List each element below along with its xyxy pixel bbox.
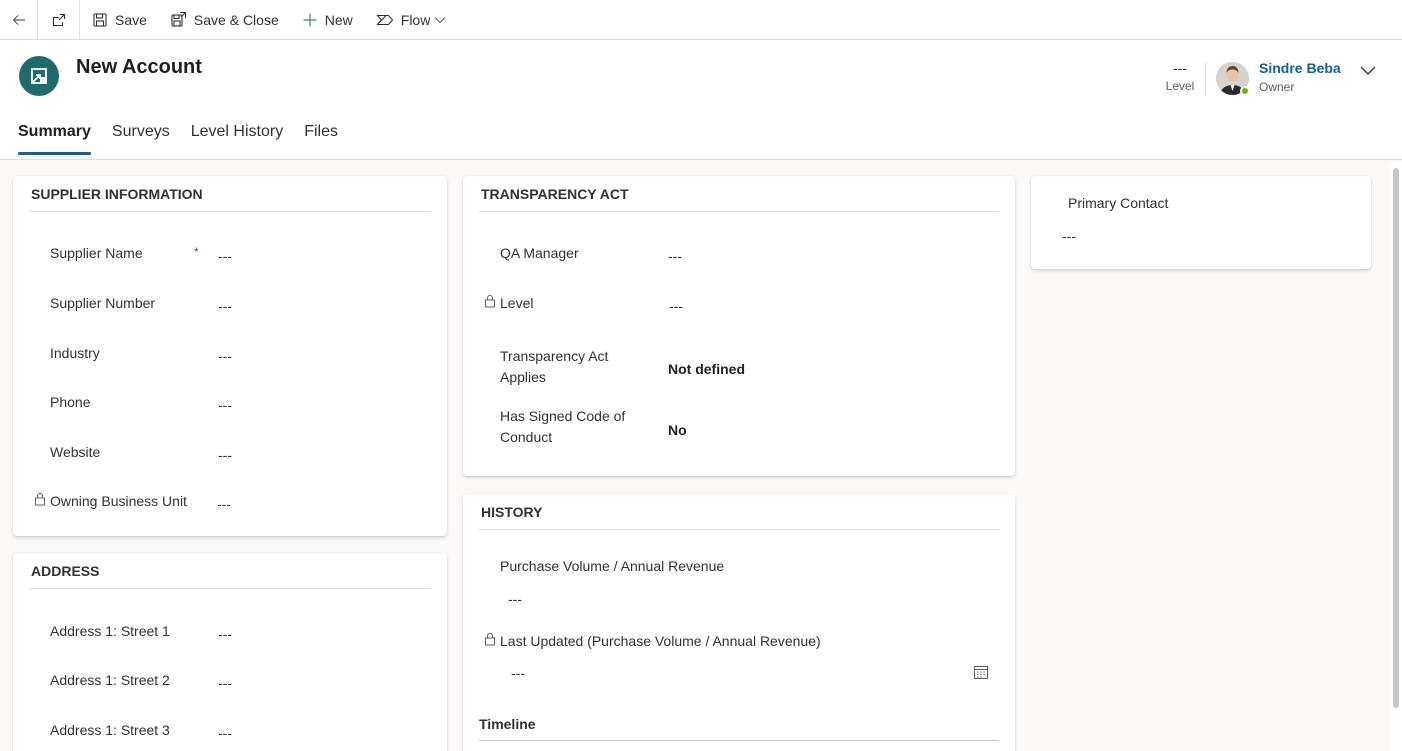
street-1-input[interactable]: --- xyxy=(218,626,232,642)
field-label-street-3: Address 1: Street 3 xyxy=(50,722,170,738)
section-divider xyxy=(479,211,999,212)
field-label-purchase-volume: Purchase Volume / Annual Revenue xyxy=(500,558,725,574)
field-label-supplier-number: Supplier Number xyxy=(50,295,156,311)
supplier-name-input[interactable]: --- xyxy=(218,248,232,264)
form-header: New Account --- Level Sindre Beba Owner … xyxy=(0,40,1402,160)
section-divider xyxy=(29,211,431,212)
field-label-street-1: Address 1: Street 1 xyxy=(50,623,170,639)
new-label: New xyxy=(324,11,353,28)
chevron-down-icon xyxy=(434,16,446,23)
account-entity-icon xyxy=(19,56,59,96)
save-close-icon xyxy=(171,11,186,27)
phone-input[interactable]: --- xyxy=(218,397,232,413)
field-label-phone: Phone xyxy=(50,394,91,410)
record-title: New Account xyxy=(76,56,202,78)
timeline-title: Timeline xyxy=(479,716,536,732)
section-title: TRANSPARENCY ACT xyxy=(481,186,629,202)
save-button[interactable]: Save xyxy=(80,0,158,40)
lock-icon xyxy=(485,295,495,308)
presence-available-badge xyxy=(1240,86,1250,96)
field-label-supplier-name: Supplier Name xyxy=(50,245,143,261)
transparency-act-applies-value[interactable]: Not defined xyxy=(668,361,745,377)
field-label-owning-business-unit: Owning Business Unit xyxy=(50,493,187,509)
new-button[interactable]: New xyxy=(290,0,364,40)
flow-icon xyxy=(376,14,394,25)
flow-button[interactable]: Flow xyxy=(364,0,466,40)
last-updated-value: --- xyxy=(511,665,525,681)
history-section: HISTORY Purchase Volume / Annual Revenue… xyxy=(463,494,1015,751)
save-icon xyxy=(93,12,107,27)
lock-icon xyxy=(485,633,495,646)
tab-level-history[interactable]: Level History xyxy=(191,120,283,155)
section-title: HISTORY xyxy=(481,504,543,520)
header-expand-button[interactable] xyxy=(1358,62,1378,83)
field-label-qa-manager: QA Manager xyxy=(500,245,579,261)
header-level-label: Level xyxy=(1165,79,1195,93)
level-value: --- xyxy=(669,298,683,314)
field-label-primary-contact: Primary Contact xyxy=(1068,195,1169,211)
popout-icon xyxy=(52,13,65,26)
purchase-volume-input[interactable]: --- xyxy=(508,591,522,607)
field-label-transparency-act-applies-line2: Applies xyxy=(500,369,546,385)
street-2-input[interactable]: --- xyxy=(218,675,232,691)
vertical-scrollbar-thumb[interactable] xyxy=(1393,168,1399,708)
supplier-number-input[interactable]: --- xyxy=(218,298,232,314)
account-icon xyxy=(31,68,47,84)
qa-manager-lookup[interactable]: --- xyxy=(668,248,682,264)
lock-icon xyxy=(35,493,45,506)
save-and-close-button[interactable]: Save & Close xyxy=(158,0,290,40)
section-divider xyxy=(29,588,431,589)
tab-files[interactable]: Files xyxy=(304,120,338,155)
save-close-label: Save & Close xyxy=(193,11,279,28)
field-label-street-2: Address 1: Street 2 xyxy=(50,672,170,688)
flow-dropdown-chevron[interactable] xyxy=(430,0,454,40)
chevron-down-icon xyxy=(1360,66,1376,75)
tab-surveys[interactable]: Surveys xyxy=(112,120,170,155)
tab-summary[interactable]: Summary xyxy=(18,120,91,155)
street-3-input[interactable]: --- xyxy=(218,725,232,741)
field-label-level: Level xyxy=(500,295,534,311)
industry-input[interactable]: --- xyxy=(218,348,232,364)
transparency-act-section: TRANSPARENCY ACT QA Manager --- Level --… xyxy=(463,176,1015,476)
back-arrow-icon xyxy=(12,14,25,25)
section-divider xyxy=(479,529,999,530)
timeline-divider xyxy=(479,740,999,741)
field-label-signed-code-line2: Conduct xyxy=(500,429,553,445)
field-label-website: Website xyxy=(50,444,101,460)
field-label-industry: Industry xyxy=(50,345,100,361)
field-label-signed-code-line1: Has Signed Code of xyxy=(500,408,626,424)
section-title: SUPPLIER INFORMATION xyxy=(31,186,203,202)
header-level-field[interactable]: --- Level xyxy=(1160,60,1200,93)
owning-business-unit-value: --- xyxy=(217,496,231,512)
section-title: ADDRESS xyxy=(31,563,100,579)
owner-name-link[interactable]: Sindre Beba xyxy=(1259,60,1341,76)
required-marker: * xyxy=(194,245,199,259)
supplier-information-section: SUPPLIER INFORMATION Supplier Name * ---… xyxy=(13,176,447,536)
command-bar: Save Save & Close New Flow xyxy=(0,0,1402,40)
signed-code-of-conduct-value[interactable]: No xyxy=(668,422,687,438)
back-button[interactable] xyxy=(0,0,38,40)
primary-contact-lookup[interactable]: --- xyxy=(1062,228,1076,244)
open-in-new-window-button[interactable] xyxy=(38,0,80,40)
calendar-icon[interactable] xyxy=(973,664,989,680)
save-label: Save xyxy=(115,11,147,28)
header-divider xyxy=(1205,62,1206,96)
field-label-transparency-act-applies-line1: Transparency Act xyxy=(500,348,609,364)
address-section: ADDRESS Address 1: Street 1 --- Address … xyxy=(13,553,447,751)
website-input[interactable]: --- xyxy=(218,447,232,463)
form-tabs: Summary Surveys Level History Files xyxy=(18,120,359,155)
header-level-value: --- xyxy=(1173,60,1187,76)
owner-label: Owner xyxy=(1259,80,1295,94)
flow-label: Flow xyxy=(400,11,431,28)
primary-contact-section: Primary Contact --- xyxy=(1031,176,1371,269)
field-label-last-updated: Last Updated (Purchase Volume / Annual R… xyxy=(500,633,821,649)
plus-icon xyxy=(303,13,317,26)
